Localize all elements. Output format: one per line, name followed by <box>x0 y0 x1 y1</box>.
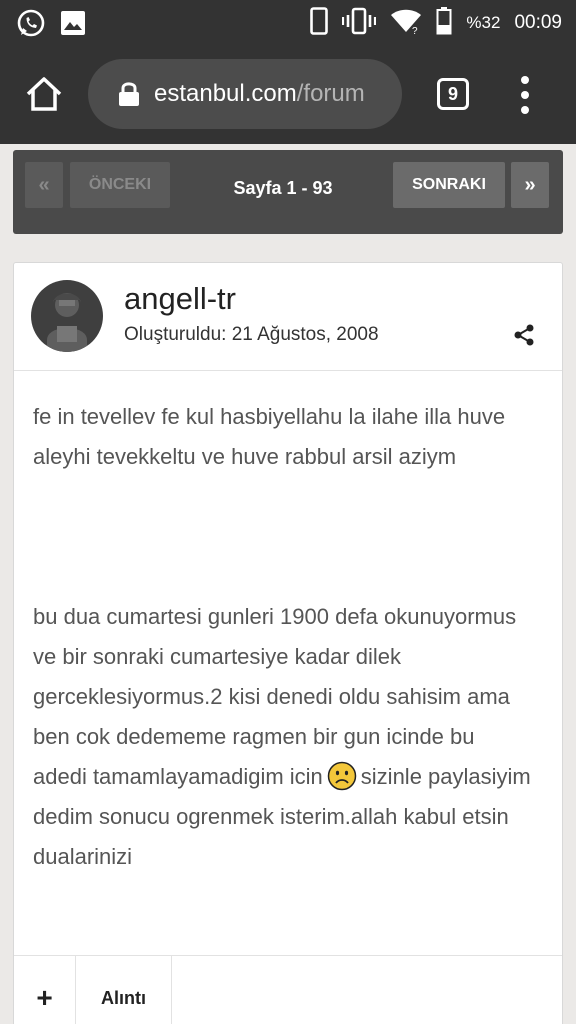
first-page-button[interactable]: « <box>25 162 63 208</box>
lock-icon <box>119 82 139 106</box>
share-icon[interactable] <box>512 323 536 347</box>
next-page-button[interactable]: SONRAKI <box>393 162 505 208</box>
svg-text:?: ? <box>412 26 418 34</box>
gallery-icon <box>60 10 86 41</box>
quote-button[interactable]: Alıntı <box>76 956 172 1024</box>
pagination-bar: « ÖNCEKI Sayfa 1 - 93 SONRAKI » <box>13 150 563 234</box>
battery-percent: %32 <box>466 13 501 32</box>
post-text: bu dua cumartesi gunleri 1900 defa okunu… <box>33 604 517 789</box>
home-button[interactable] <box>24 76 64 112</box>
url-text: estanbul.com/forum <box>154 80 365 108</box>
address-bar[interactable]: estanbul.com/forum <box>88 59 402 129</box>
post-date: Oluşturuldu: 21 Ağustos, 2008 <box>124 324 379 345</box>
status-bar: ? %32 00:09 <box>0 0 576 46</box>
wifi-icon: ? <box>390 8 422 39</box>
sad-face-emoji <box>327 761 357 791</box>
home-icon <box>26 77 62 111</box>
last-page-button[interactable]: » <box>511 162 549 208</box>
post-paragraph: bu dua cumartesi gunleri 1900 defa okunu… <box>33 597 533 877</box>
vibrate-icon <box>342 7 377 40</box>
post-body: fe in tevellev fe kul hasbiyellahu la il… <box>33 397 533 877</box>
avatar[interactable] <box>31 280 103 352</box>
forum-post: angell-tr Oluşturuldu: 21 Ağustos, 2008 … <box>13 262 563 1024</box>
clock: 00:09 <box>514 12 562 33</box>
menu-icon[interactable] <box>514 76 536 114</box>
whatsapp-icon <box>16 8 46 43</box>
post-paragraph: fe in tevellev fe kul hasbiyellahu la il… <box>33 404 506 469</box>
battery-icon <box>436 6 452 40</box>
page-indicator: Sayfa 1 - 93 <box>233 178 333 198</box>
author-name[interactable]: angell-tr <box>124 281 236 317</box>
previous-page-button[interactable]: ÖNCEKI <box>70 162 170 208</box>
url-domain: estanbul.com <box>154 80 297 107</box>
add-button[interactable]: + <box>14 956 76 1024</box>
url-path: /forum <box>296 80 365 107</box>
post-header: angell-tr Oluşturuldu: 21 Ağustos, 2008 <box>14 263 562 371</box>
default-avatar-icon <box>47 293 87 352</box>
post-footer: + Alıntı <box>14 955 562 1024</box>
phone-icon <box>310 6 329 40</box>
tab-switcher-button[interactable]: 9 <box>437 78 469 110</box>
browser-toolbar: estanbul.com/forum 9 <box>0 46 576 144</box>
